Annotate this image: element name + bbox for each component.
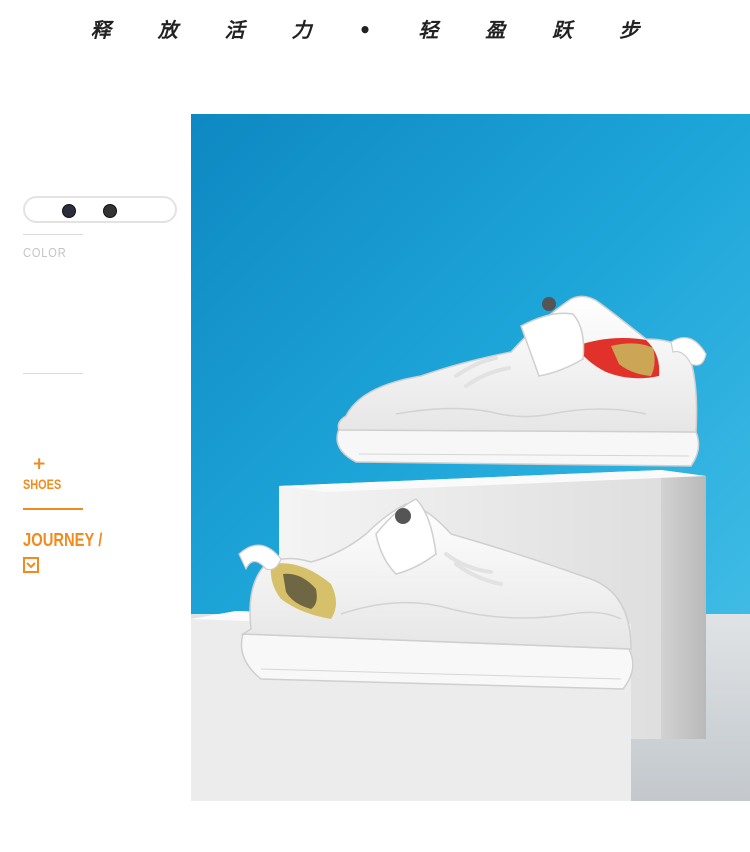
product-photo <box>191 114 750 801</box>
divider <box>23 373 83 374</box>
color-label: COLOR <box>23 245 67 260</box>
journey-label: JOURNEY / <box>23 530 103 550</box>
plus-icon: + <box>32 454 47 474</box>
color-swatch-selector[interactable] <box>23 196 177 223</box>
chevron-down-icon <box>23 557 39 573</box>
shoes-label: SHOES <box>23 476 62 492</box>
accent-divider <box>23 508 83 510</box>
divider <box>23 234 83 235</box>
page-headline: 释 放 活 力 • 轻 盈 跃 步 <box>90 18 660 42</box>
sneaker-upper <box>336 295 707 467</box>
color-swatch-navy[interactable] <box>62 204 76 218</box>
color-swatch-black[interactable] <box>103 204 117 218</box>
